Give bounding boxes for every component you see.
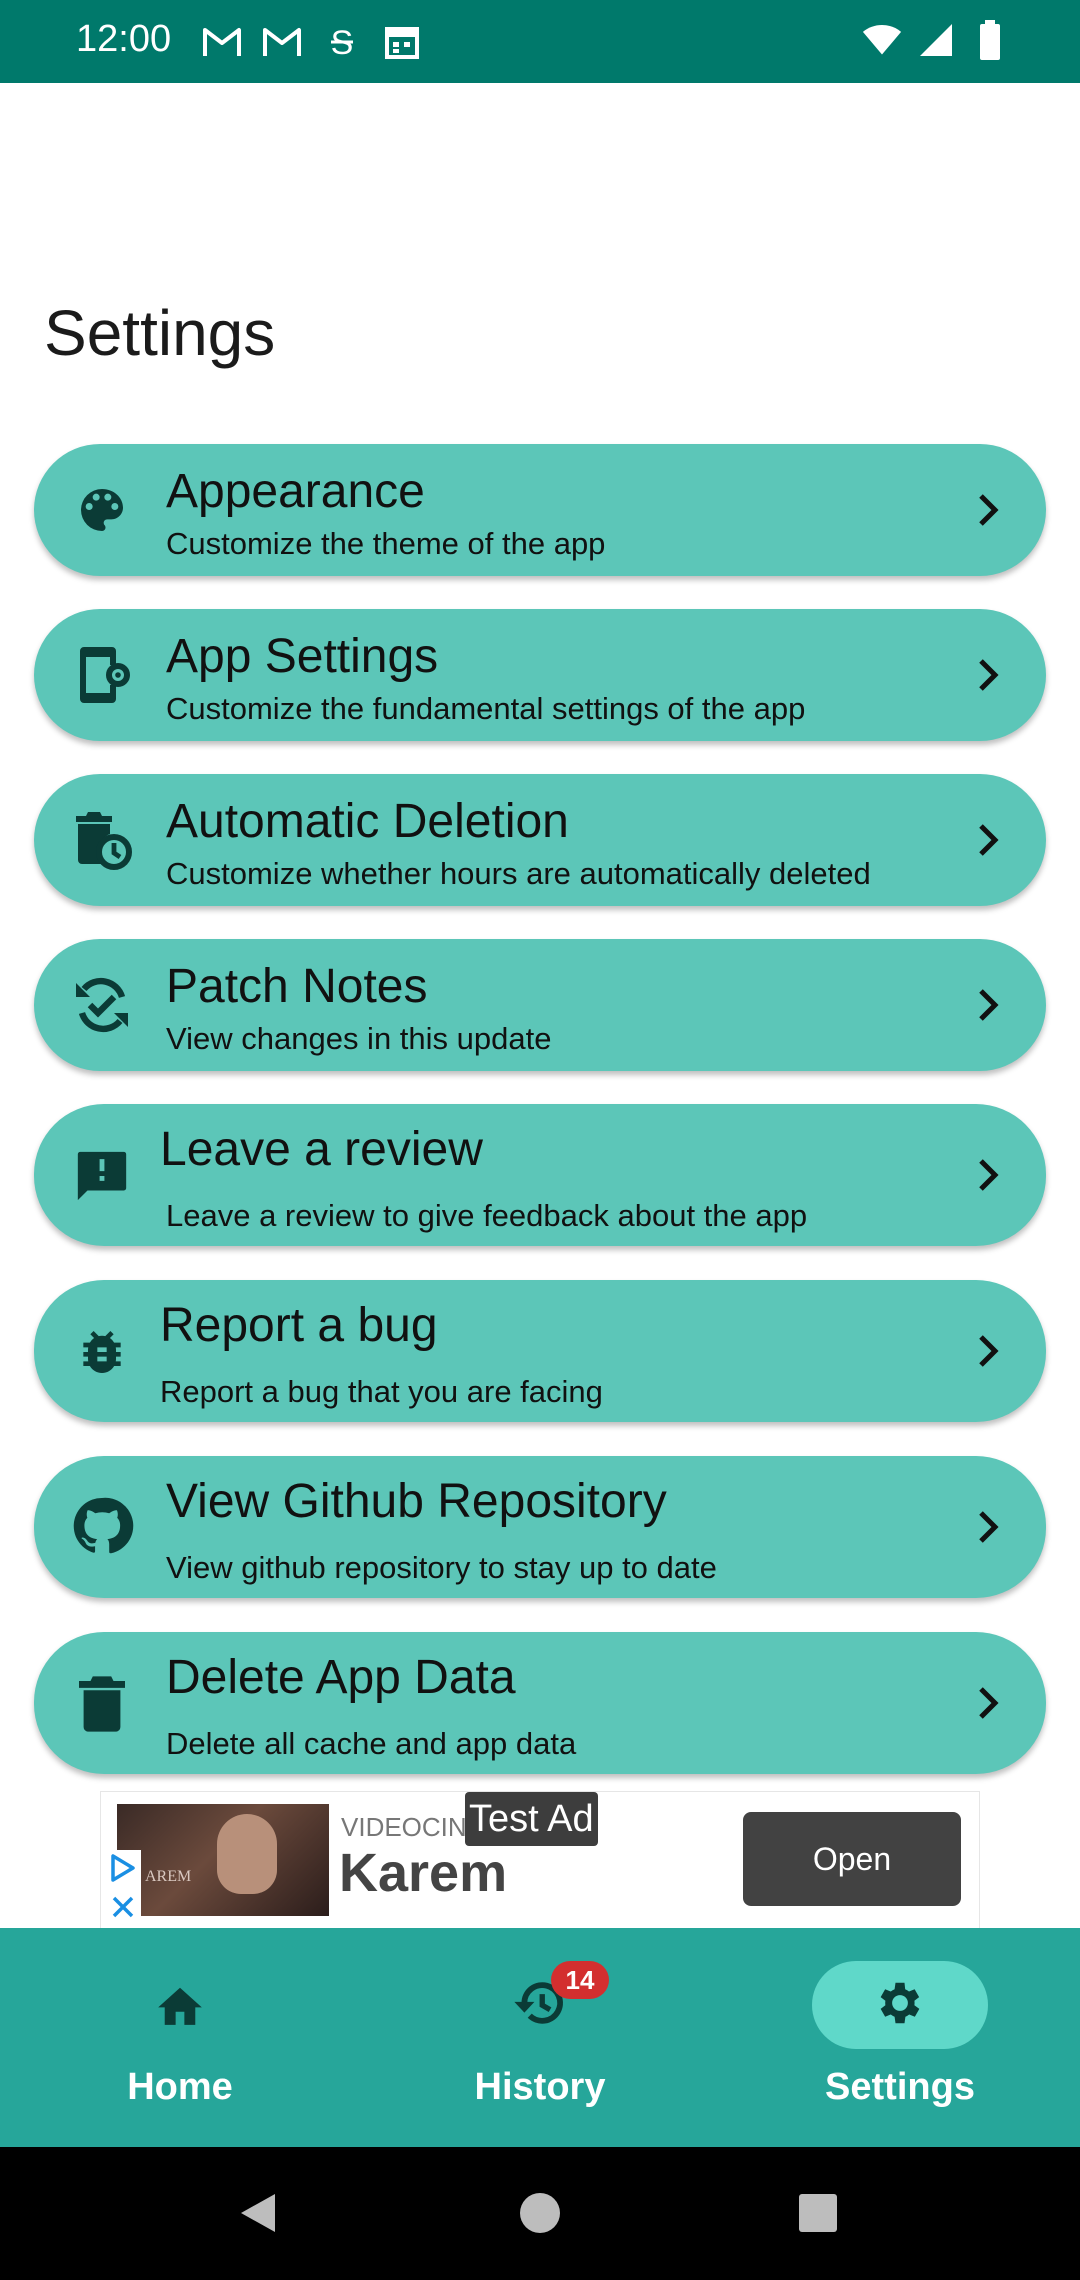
settings-item-app-settings[interactable]: App Settings Customize the fundamental s… [34,609,1046,741]
nav-history-label: History [474,2066,606,2108]
settings-item-automatic-deletion[interactable]: Automatic Deletion Customize whether hou… [34,774,1046,906]
status-bar: 12:00 S [0,0,1080,83]
nav-home-label: Home [127,2066,233,2108]
palette-icon [70,478,134,542]
settings-item-subtitle: Report a bug that you are facing [160,1374,603,1409]
settings-item-report-bug[interactable]: Report a bug Report a bug that you are f… [34,1280,1046,1422]
settings-item-appearance[interactable]: Appearance Customize the theme of the ap… [34,444,1046,576]
chevron-right-icon [968,490,1008,530]
ad-thumbnail[interactable]: AREM [117,1804,329,1916]
bottom-navigation: Home 14 History Settings [0,1928,1080,2147]
notification-badge: 14 [551,1961,609,1999]
nav-settings[interactable]: Settings [720,1928,1080,2147]
phone-settings-icon [70,643,134,707]
ad-headline[interactable]: Karem [339,1842,507,1904]
settings-item-title: Automatic Deletion [166,795,569,848]
test-ad-label: Test Ad [465,1792,598,1846]
system-icons [862,20,1010,60]
wifi-icon [862,20,902,60]
back-icon[interactable] [228,2183,288,2243]
gmail-icon [262,22,302,62]
settings-item-subtitle: Customize the theme of the app [166,526,606,561]
nav-home[interactable]: Home [0,1928,360,2147]
timed-delete-icon [70,808,134,872]
settings-item-subtitle: Customize whether hours are automaticall… [166,856,871,891]
recents-icon[interactable] [788,2183,848,2243]
settings-item-leave-review[interactable]: Leave a review Leave a review to give fe… [34,1104,1046,1246]
ad-thumbnail-face [217,1814,277,1894]
github-icon [70,1494,134,1558]
feedback-icon [70,1144,134,1208]
chevron-right-icon [968,985,1008,1025]
settings-item-subtitle: Delete all cache and app data [166,1726,577,1761]
chevron-right-icon [968,1683,1008,1723]
chevron-right-icon [968,1155,1008,1195]
settings-item-subtitle: View github repository to stay up to dat… [166,1550,717,1585]
nav-settings-label: Settings [825,2066,975,2108]
notification-icons: S [202,22,422,62]
nav-history[interactable]: 14 History [360,1928,720,2147]
settings-item-title: Appearance [166,465,425,518]
settings-item-subtitle: View changes in this update [166,1021,552,1056]
battery-icon [970,20,1010,60]
nav-settings-indicator [812,1961,988,2049]
settings-item-title: Report a bug [160,1299,438,1352]
home-circle-icon[interactable] [510,2183,570,2243]
home-icon [153,1979,207,2032]
settings-item-patch-notes[interactable]: Patch Notes View changes in this update [34,939,1046,1071]
chevron-right-icon [968,655,1008,695]
chevron-right-icon [968,1507,1008,1547]
settings-item-github[interactable]: View Github Repository View github repos… [34,1456,1046,1598]
chevron-right-icon [968,820,1008,860]
nav-home-indicator [92,1961,268,2049]
ad-advertiser: VIDEOCINE [341,1812,485,1842]
settings-item-title: Patch Notes [166,960,428,1013]
system-navigation-bar [0,2147,1080,2280]
page-title: Settings [44,297,276,369]
chevron-right-icon [968,1331,1008,1371]
settings-item-subtitle: Leave a review to give feedback about th… [166,1198,808,1233]
ad-open-button[interactable]: Open [743,1812,961,1906]
sim-icon: S [322,22,362,62]
status-time: 12:00 [76,18,172,60]
settings-item-title: View Github Repository [166,1475,667,1528]
gear-icon [873,1976,927,2035]
gmail-icon [202,22,242,62]
signal-icon [916,20,956,60]
calendar-icon [382,22,422,62]
ad-banner[interactable]: AREM VIDEOCINE Karem Test Ad Open [100,1791,980,1929]
bug-icon [70,1320,134,1384]
settings-item-delete-data[interactable]: Delete App Data Delete all cache and app… [34,1632,1046,1774]
trash-icon [70,1672,134,1736]
update-check-icon [70,973,134,1037]
settings-item-title: App Settings [166,630,439,683]
ad-thumbnail-caption: AREM [145,1868,192,1885]
settings-item-title: Delete App Data [166,1651,516,1704]
settings-item-title: Leave a review [160,1123,483,1176]
ad-choices[interactable] [105,1850,141,1926]
settings-item-subtitle: Customize the fundamental settings of th… [166,691,806,726]
